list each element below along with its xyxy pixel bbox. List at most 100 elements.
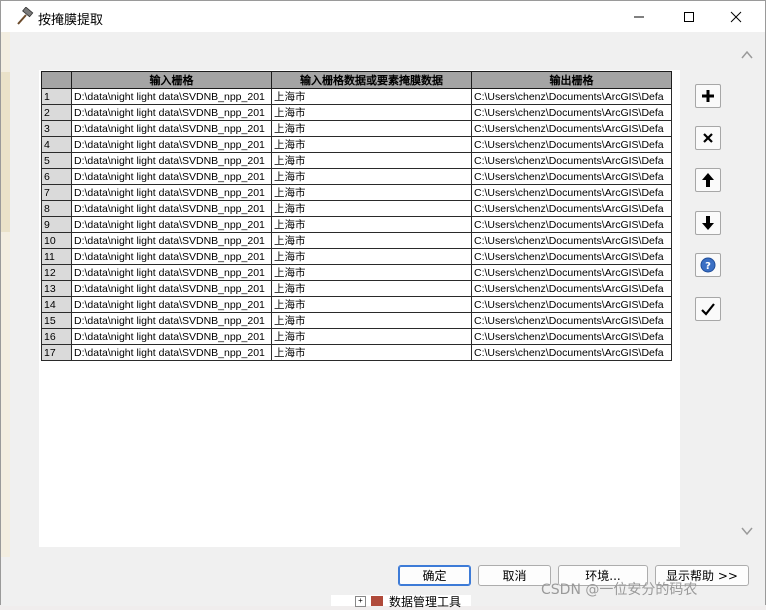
row-number-cell[interactable]: 4: [41, 136, 72, 153]
table-row[interactable]: 8 D:\data\night light data\SVDNB_npp_201 上…: [41, 200, 672, 217]
mask-data-cell[interactable]: 上海市: [271, 152, 472, 169]
row-number-cell[interactable]: 12: [41, 264, 72, 281]
input-raster-cell[interactable]: D:\data\night light data\SVDNB_npp_201: [71, 216, 272, 233]
input-raster-cell[interactable]: D:\data\night light data\SVDNB_npp_201: [71, 232, 272, 249]
output-raster-cell[interactable]: C:\Users\chenz\Documents\ArcGIS\Defa: [471, 344, 672, 361]
input-raster-cell[interactable]: D:\data\night light data\SVDNB_npp_201: [71, 168, 272, 185]
table-row[interactable]: 3 D:\data\night light data\SVDNB_npp_201 上…: [41, 120, 672, 137]
input-raster-cell[interactable]: D:\data\night light data\SVDNB_npp_201: [71, 200, 272, 217]
input-raster-cell[interactable]: D:\data\night light data\SVDNB_npp_201: [71, 312, 272, 329]
title-bar[interactable]: 按掩膜提取: [1, 1, 765, 32]
input-raster-cell[interactable]: D:\data\night light data\SVDNB_npp_201: [71, 264, 272, 281]
row-number-cell[interactable]: 11: [41, 248, 72, 265]
move-up-button[interactable]: [695, 168, 721, 192]
table-row[interactable]: 16 D:\data\night light data\SVDNB_npp_201…: [41, 328, 672, 345]
output-raster-cell[interactable]: C:\Users\chenz\Documents\ArcGIS\Defa: [471, 104, 672, 121]
input-raster-cell[interactable]: D:\data\night light data\SVDNB_npp_201: [71, 296, 272, 313]
table-row[interactable]: 9 D:\data\night light data\SVDNB_npp_201 上…: [41, 216, 672, 233]
check-values-button[interactable]: [695, 297, 721, 321]
output-raster-cell[interactable]: C:\Users\chenz\Documents\ArcGIS\Defa: [471, 280, 672, 297]
minimize-button[interactable]: [618, 1, 660, 32]
mask-data-cell[interactable]: 上海市: [271, 328, 472, 345]
output-raster-cell[interactable]: C:\Users\chenz\Documents\ArcGIS\Defa: [471, 216, 672, 233]
input-raster-cell[interactable]: D:\data\night light data\SVDNB_npp_201: [71, 280, 272, 297]
row-number-cell[interactable]: 7: [41, 184, 72, 201]
output-raster-cell[interactable]: C:\Users\chenz\Documents\ArcGIS\Defa: [471, 184, 672, 201]
output-raster-cell[interactable]: C:\Users\chenz\Documents\ArcGIS\Defa: [471, 296, 672, 313]
output-raster-cell[interactable]: C:\Users\chenz\Documents\ArcGIS\Defa: [471, 200, 672, 217]
mask-data-cell[interactable]: 上海市: [271, 88, 472, 105]
table-row[interactable]: 17 D:\data\night light data\SVDNB_npp_201…: [41, 344, 672, 361]
mask-data-cell[interactable]: 上海市: [271, 184, 472, 201]
table-row[interactable]: 5 D:\data\night light data\SVDNB_npp_201 上…: [41, 152, 672, 169]
input-raster-cell[interactable]: D:\data\night light data\SVDNB_npp_201: [71, 328, 272, 345]
mask-data-cell[interactable]: 上海市: [271, 104, 472, 121]
row-number-cell[interactable]: 6: [41, 168, 72, 185]
output-raster-cell[interactable]: C:\Users\chenz\Documents\ArcGIS\Defa: [471, 88, 672, 105]
row-number-cell[interactable]: 9: [41, 216, 72, 233]
row-number-cell[interactable]: 3: [41, 120, 72, 137]
output-raster-cell[interactable]: C:\Users\chenz\Documents\ArcGIS\Defa: [471, 168, 672, 185]
output-raster-cell[interactable]: C:\Users\chenz\Documents\ArcGIS\Defa: [471, 312, 672, 329]
input-raster-cell[interactable]: D:\data\night light data\SVDNB_npp_201: [71, 104, 272, 121]
mask-data-cell[interactable]: 上海市: [271, 264, 472, 281]
table-row[interactable]: 12 D:\data\night light data\SVDNB_npp_201…: [41, 264, 672, 281]
input-raster-cell[interactable]: D:\data\night light data\SVDNB_npp_201: [71, 136, 272, 153]
output-raster-cell[interactable]: C:\Users\chenz\Documents\ArcGIS\Defa: [471, 264, 672, 281]
output-raster-cell[interactable]: C:\Users\chenz\Documents\ArcGIS\Defa: [471, 248, 672, 265]
input-raster-cell[interactable]: D:\data\night light data\SVDNB_npp_201: [71, 88, 272, 105]
mask-data-cell[interactable]: 上海市: [271, 232, 472, 249]
output-raster-cell[interactable]: C:\Users\chenz\Documents\ArcGIS\Defa: [471, 232, 672, 249]
table-row[interactable]: 1 D:\data\night light data\SVDNB_npp_201 上…: [41, 88, 672, 105]
mask-data-cell[interactable]: 上海市: [271, 248, 472, 265]
output-raster-cell[interactable]: C:\Users\chenz\Documents\ArcGIS\Defa: [471, 152, 672, 169]
vertical-scrollbar[interactable]: [738, 36, 758, 546]
move-down-button[interactable]: [695, 211, 721, 235]
corner-cell[interactable]: [41, 71, 72, 89]
input-raster-cell[interactable]: D:\data\night light data\SVDNB_npp_201: [71, 152, 272, 169]
ok-button[interactable]: 确定: [398, 565, 471, 586]
input-raster-cell[interactable]: D:\data\night light data\SVDNB_npp_201: [71, 248, 272, 265]
table-row[interactable]: 6 D:\data\night light data\SVDNB_npp_201 上…: [41, 168, 672, 185]
row-number-cell[interactable]: 16: [41, 328, 72, 345]
add-row-button[interactable]: [695, 84, 721, 108]
column-header-output-raster[interactable]: 输出栅格: [471, 71, 672, 89]
row-number-cell[interactable]: 5: [41, 152, 72, 169]
output-raster-cell[interactable]: C:\Users\chenz\Documents\ArcGIS\Defa: [471, 328, 672, 345]
mask-data-cell[interactable]: 上海市: [271, 168, 472, 185]
mask-data-cell[interactable]: 上海市: [271, 136, 472, 153]
row-number-cell[interactable]: 14: [41, 296, 72, 313]
row-number-cell[interactable]: 15: [41, 312, 72, 329]
input-raster-cell[interactable]: D:\data\night light data\SVDNB_npp_201: [71, 184, 272, 201]
output-raster-cell[interactable]: C:\Users\chenz\Documents\ArcGIS\Defa: [471, 120, 672, 137]
table-row[interactable]: 2 D:\data\night light data\SVDNB_npp_201 上…: [41, 104, 672, 121]
mask-data-cell[interactable]: 上海市: [271, 312, 472, 329]
column-header-input-raster[interactable]: 输入栅格: [71, 71, 272, 89]
table-row[interactable]: 13 D:\data\night light data\SVDNB_npp_201…: [41, 280, 672, 297]
remove-row-button[interactable]: [695, 126, 721, 150]
mask-data-cell[interactable]: 上海市: [271, 280, 472, 297]
close-window-button[interactable]: [715, 1, 757, 32]
mask-data-cell[interactable]: 上海市: [271, 296, 472, 313]
mask-data-cell[interactable]: 上海市: [271, 120, 472, 137]
mask-data-cell[interactable]: 上海市: [271, 200, 472, 217]
row-number-cell[interactable]: 10: [41, 232, 72, 249]
mask-data-cell[interactable]: 上海市: [271, 344, 472, 361]
output-raster-cell[interactable]: C:\Users\chenz\Documents\ArcGIS\Defa: [471, 136, 672, 153]
row-number-cell[interactable]: 8: [41, 200, 72, 217]
table-row[interactable]: 10 D:\data\night light data\SVDNB_npp_201…: [41, 232, 672, 249]
table-row[interactable]: 14 D:\data\night light data\SVDNB_npp_201…: [41, 296, 672, 313]
table-row[interactable]: 11 D:\data\night light data\SVDNB_npp_201…: [41, 248, 672, 265]
row-number-cell[interactable]: 13: [41, 280, 72, 297]
column-header-mask-data[interactable]: 输入栅格数据或要素掩膜数据: [271, 71, 472, 89]
help-button[interactable]: ?: [695, 253, 721, 277]
row-number-cell[interactable]: 2: [41, 104, 72, 121]
mask-data-cell[interactable]: 上海市: [271, 216, 472, 233]
maximize-button[interactable]: [668, 1, 710, 32]
input-raster-cell[interactable]: D:\data\night light data\SVDNB_npp_201: [71, 344, 272, 361]
table-row[interactable]: 15 D:\data\night light data\SVDNB_npp_201…: [41, 312, 672, 329]
table-row[interactable]: 7 D:\data\night light data\SVDNB_npp_201 上…: [41, 184, 672, 201]
row-number-cell[interactable]: 1: [41, 88, 72, 105]
row-number-cell[interactable]: 17: [41, 344, 72, 361]
table-row[interactable]: 4 D:\data\night light data\SVDNB_npp_201 上…: [41, 136, 672, 153]
